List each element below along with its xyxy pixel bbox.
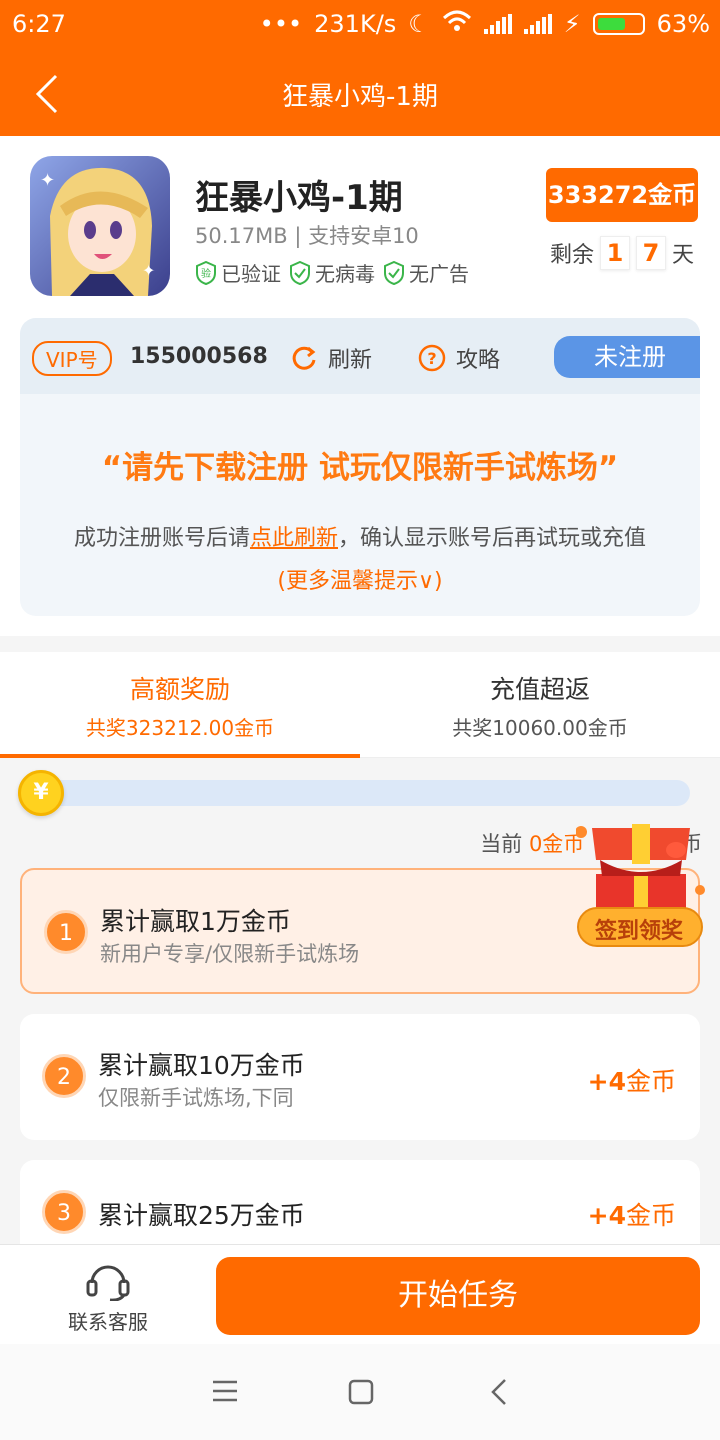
help-icon: ? <box>418 344 446 372</box>
badge-no-virus-label: 无病毒 <box>315 262 375 286</box>
app-name: 狂暴小鸡-1期 <box>195 178 403 218</box>
reward-tabs: 高额奖励 共奖323212.00金币 充值超返 共奖10060.00金币 <box>0 652 720 758</box>
gift-label: 签到领奖 <box>594 919 683 944</box>
status-time: 6:27 <box>12 10 66 38</box>
title-bar: 狂暴小鸡-1期 <box>0 52 720 136</box>
current-label: 当前 <box>480 832 523 856</box>
status-bar: 6:27 ••• 231K/s ☾ ⚡ 63% <box>0 0 720 52</box>
reward-unit: 金币 <box>625 1067 676 1096</box>
status-right: ••• 231K/s ☾ ⚡ 63% <box>260 10 710 38</box>
network-speed: 231K/s <box>314 10 397 38</box>
badge-no-ads: 无广告 <box>383 258 469 287</box>
menu-icon[interactable] <box>212 1380 238 1406</box>
remain-prefix: 剩余 <box>549 243 594 268</box>
task-reward: +4金币 <box>588 1062 676 1098</box>
wifi-icon <box>442 10 472 38</box>
game-app-icon[interactable]: ✦ ✦ <box>30 156 170 296</box>
task-number: 3 <box>42 1190 86 1234</box>
app-size-compat: 50.17MB | 支持安卓10 <box>195 224 419 248</box>
desc-after: ，确认显示账号后再试玩或充值 <box>338 526 647 551</box>
tab-recharge-return[interactable]: 充值超返 共奖10060.00金币 <box>360 670 720 741</box>
shield-check-icon <box>384 260 404 285</box>
tab-title: 充值超返 <box>489 675 590 704</box>
task-desc: 新用户专享/仅限新手试炼场 <box>100 942 360 966</box>
vip-tag: VIP号 <box>32 341 112 376</box>
registration-status[interactable]: 未注册 <box>554 336 700 378</box>
task-reward: +4金币 <box>588 1196 676 1232</box>
tab-high-reward[interactable]: 高额奖励 共奖323212.00金币 <box>0 670 360 741</box>
click-refresh-link[interactable]: 点此刷新 <box>250 526 338 551</box>
reward-amount: +4 <box>587 1067 626 1096</box>
register-instructions: 成功注册账号后请点此刷新，确认显示账号后再试玩或充值 <box>20 520 700 552</box>
headset-icon <box>86 1265 130 1302</box>
task-item[interactable]: 2 累计赢取10万金币 仅限新手试炼场,下同 +4金币 <box>20 1014 700 1140</box>
svg-text:✦: ✦ <box>40 170 55 191</box>
battery-fill <box>597 18 626 30</box>
app-badges: 验 已验证 无病毒 无广告 <box>195 258 469 287</box>
progress-bar <box>30 780 690 806</box>
tab-title: 高额奖励 <box>129 675 230 704</box>
more-tips-link[interactable]: (更多温馨提示∨) <box>20 563 700 595</box>
bottom-action-bar: 联系客服 开始任务 <box>0 1244 720 1344</box>
remain-digit: 1 <box>599 236 630 270</box>
remain-suffix: 天 <box>671 243 694 268</box>
task-number: 1 <box>44 910 88 954</box>
badge-verified: 验 已验证 <box>195 258 281 287</box>
guide-label: 攻略 <box>456 348 501 373</box>
total-coins-badge: 333272金币 <box>546 168 698 222</box>
task-desc: 仅限新手试炼场,下同 <box>98 1086 294 1110</box>
days-remaining: 剩余 1 7 天 <box>550 236 694 270</box>
moon-icon: ☾ <box>408 10 430 38</box>
task-name: 累计赢取10万金币 <box>98 1051 305 1080</box>
desc-before: 成功注册账号后请 <box>73 526 250 551</box>
refresh-label: 刷新 <box>328 348 373 373</box>
customer-service-button[interactable]: 联系客服 <box>60 1257 156 1335</box>
refresh-button[interactable]: 刷新 <box>290 342 372 374</box>
task-name: 累计赢取25万金币 <box>98 1201 305 1230</box>
verified-shield-icon: 验 <box>196 260 216 285</box>
tab-subtitle: 共奖10060.00金币 <box>452 716 628 740</box>
back-icon[interactable] <box>490 1378 508 1410</box>
start-task-button[interactable]: 开始任务 <box>216 1257 700 1335</box>
svg-text:?: ? <box>427 349 436 368</box>
badge-no-ads-label: 无广告 <box>409 262 469 286</box>
system-nav-bar <box>0 1344 720 1440</box>
svg-text:验: 验 <box>201 267 211 280</box>
vip-panel: VIP号 155000568 刷新 ? 攻略 未注册 “请先下载注册 试玩仅限新… <box>20 318 700 616</box>
charging-icon: ⚡ <box>563 10 581 38</box>
shield-check-icon <box>290 260 310 285</box>
refresh-icon <box>292 346 316 370</box>
vip-section: VIP号 155000568 刷新 ? 攻略 未注册 “请先下载注册 试玩仅限新… <box>0 316 720 636</box>
home-icon[interactable] <box>348 1379 374 1409</box>
badge-no-virus: 无病毒 <box>289 258 375 287</box>
battery-percent: 63% <box>656 10 710 38</box>
app-info-card: ✦ ✦ 狂暴小鸡-1期 50.17MB | 支持安卓10 验 已验证 无病毒 无… <box>0 136 720 316</box>
customer-service-label: 联系客服 <box>68 1310 148 1334</box>
svg-text:✦: ✦ <box>142 261 155 280</box>
register-notice: “请先下载注册 试玩仅限新手试炼场” <box>101 450 619 486</box>
guide-button[interactable]: ? 攻略 <box>418 342 500 374</box>
vip-number: 155000568 <box>130 344 268 369</box>
page-title: 狂暴小鸡-1期 <box>282 82 438 112</box>
task-name: 累计赢取1万金币 <box>100 907 291 936</box>
reward-amount: +4 <box>587 1201 626 1230</box>
reward-unit: 金币 <box>625 1201 676 1230</box>
battery-icon <box>592 13 645 35</box>
status-dots: ••• <box>259 10 303 38</box>
remain-digit: 7 <box>635 236 666 270</box>
tab-subtitle: 共奖323212.00金币 <box>85 716 275 740</box>
vip-header: VIP号 155000568 刷新 ? 攻略 未注册 <box>20 318 700 394</box>
sign-in-gift-button[interactable]: 签到领奖 <box>575 814 706 950</box>
signal-icon-2 <box>523 14 552 34</box>
badge-verified-label: 已验证 <box>221 262 281 286</box>
task-item[interactable]: 3 累计赢取25万金币 +4金币 <box>20 1160 700 1244</box>
task-number: 2 <box>42 1054 86 1098</box>
yen-coin-icon: ¥ <box>18 770 64 816</box>
signal-icon <box>483 14 512 34</box>
